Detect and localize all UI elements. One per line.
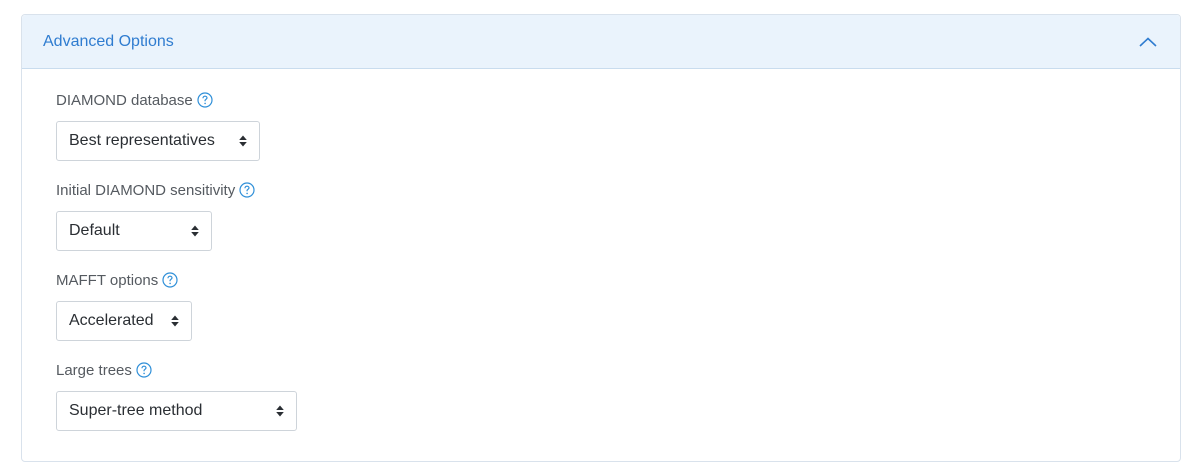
diamond-database-label: DIAMOND database [56, 91, 193, 109]
sort-arrows-icon [276, 405, 284, 417]
diamond-database-value: Best representatives [69, 132, 215, 149]
advanced-options-panel: Advanced Options DIAMOND database Best r… [21, 14, 1181, 462]
mafft-options-value: Accelerated [69, 312, 154, 329]
panel-title: Advanced Options [43, 32, 174, 50]
question-circle-icon[interactable] [197, 92, 213, 108]
diamond-sensitivity-label: Initial DIAMOND sensitivity [56, 181, 236, 199]
question-circle-icon[interactable] [136, 362, 152, 378]
sort-arrows-icon [191, 225, 199, 237]
large-trees-value: Super-tree method [69, 402, 203, 419]
sort-arrows-icon [239, 135, 247, 147]
question-circle-icon[interactable] [162, 272, 178, 288]
large-trees-field: Large trees Super-tree method [56, 359, 1180, 431]
sort-arrows-icon [171, 315, 179, 327]
question-circle-icon[interactable] [239, 182, 255, 198]
mafft-options-label: MAFFT options [56, 271, 159, 289]
mafft-options-select[interactable]: Accelerated [56, 301, 192, 341]
diamond-sensitivity-value: Default [69, 222, 120, 239]
large-trees-label: Large trees [56, 361, 132, 379]
mafft-options-field: MAFFT options Accelerated [56, 269, 1180, 341]
diamond-sensitivity-select[interactable]: Default [56, 211, 212, 251]
chevron-up-icon[interactable] [1138, 32, 1158, 52]
diamond-database-select[interactable]: Best representatives [56, 121, 260, 161]
advanced-options-body: DIAMOND database Best representatives In… [22, 69, 1180, 431]
advanced-options-header[interactable]: Advanced Options [22, 15, 1180, 69]
diamond-sensitivity-field: Initial DIAMOND sensitivity Default [56, 179, 1180, 251]
diamond-database-field: DIAMOND database Best representatives [56, 89, 1180, 161]
large-trees-select[interactable]: Super-tree method [56, 391, 297, 431]
